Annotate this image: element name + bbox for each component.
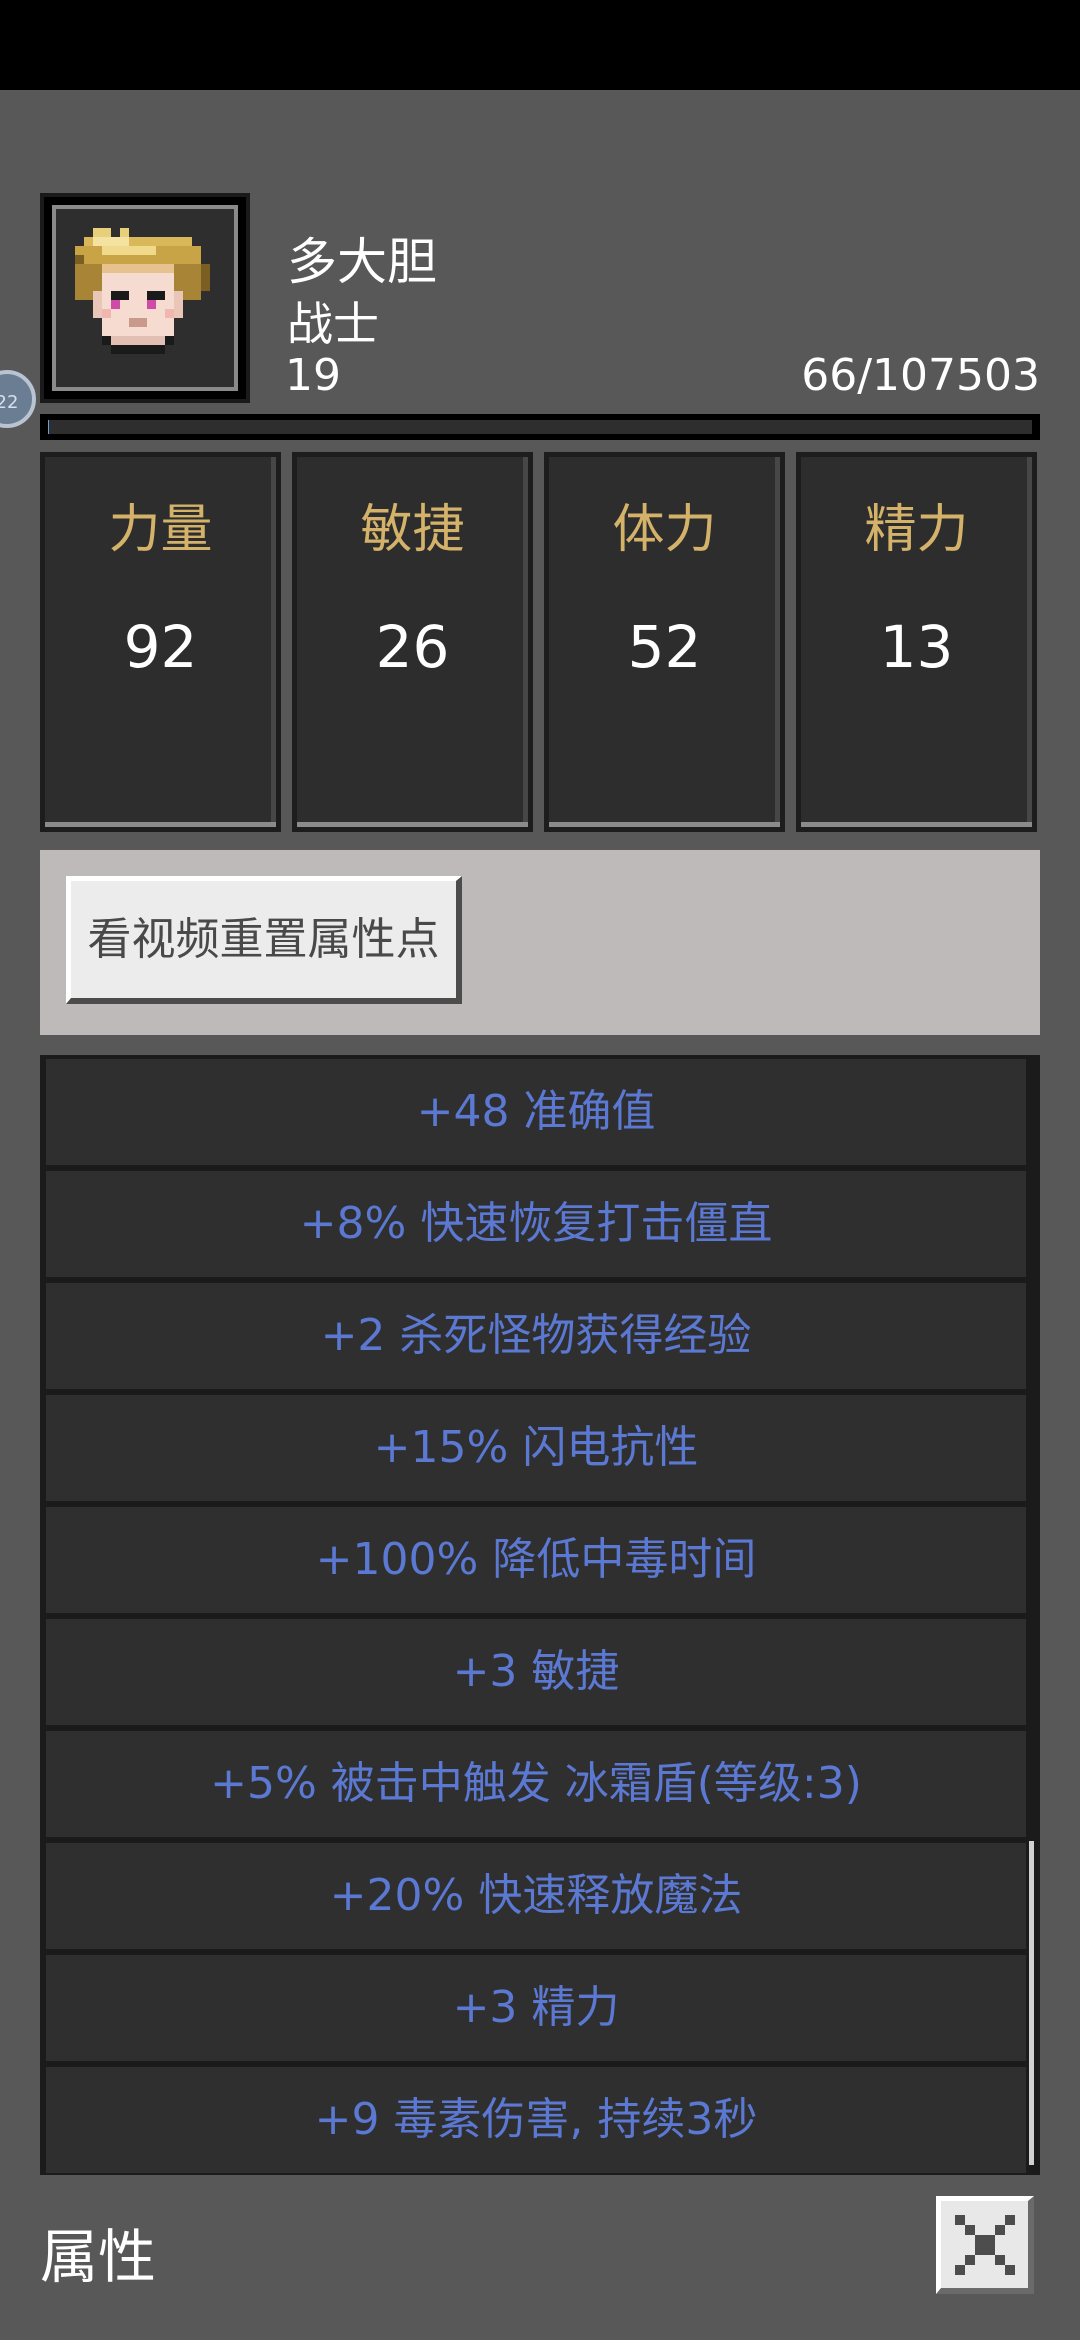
hero-class: 战士: [287, 297, 379, 351]
portrait-frame: [40, 193, 250, 403]
attribute-row: +48 准确值: [46, 1059, 1026, 1165]
reset-panel: 看视频重置属性点: [40, 850, 1040, 1035]
attribute-row: +100% 降低中毒时间: [46, 1507, 1026, 1613]
attribute-row: +15% 闪电抗性: [46, 1395, 1026, 1501]
stat-label: 体力: [612, 500, 717, 560]
attribute-list[interactable]: +48 准确值 +8% 快速恢复打击僵直 +2 杀死怪物获得经验 +15% 闪电…: [40, 1055, 1040, 2175]
stat-box-agility[interactable]: 敏捷 26: [292, 452, 533, 832]
scrollbar-thumb[interactable]: [1029, 1841, 1034, 2165]
close-button[interactable]: [936, 2196, 1034, 2294]
stat-value: 13: [879, 613, 954, 681]
character-screen: 22 多大胆 战士 19 66/107503 力量 92 敏捷 26 体力 52…: [0, 0, 1080, 2340]
attribute-row: +3 精力: [46, 1955, 1026, 2061]
reset-attributes-button[interactable]: 看视频重置属性点: [66, 876, 462, 1004]
attribute-row: +3 敏捷: [46, 1619, 1026, 1725]
hero-portrait-icon: [75, 228, 210, 354]
exp-bar-track: [48, 420, 1032, 434]
exp-bar-fill: [48, 420, 49, 434]
attribute-row: +9 毒素伤害, 持续3秒: [46, 2067, 1026, 2173]
side-badge[interactable]: 22: [0, 370, 36, 428]
close-icon: [955, 2215, 1015, 2275]
portrait-inner: [52, 205, 238, 391]
stat-label: 精力: [864, 500, 969, 560]
stat-value: 92: [123, 613, 198, 681]
hero-name: 多大胆: [287, 233, 437, 291]
attribute-row: +20% 快速释放魔法: [46, 1843, 1026, 1949]
hero-exp: 66/107503: [801, 350, 1040, 401]
stat-box-energy[interactable]: 精力 13: [796, 452, 1037, 832]
stat-box-strength[interactable]: 力量 92: [40, 452, 281, 832]
stat-box-stamina[interactable]: 体力 52: [544, 452, 785, 832]
stat-value: 26: [375, 613, 450, 681]
attribute-row: +5% 被击中触发 冰霜盾(等级:3): [46, 1731, 1026, 1837]
attribute-row: +2 杀死怪物获得经验: [46, 1283, 1026, 1389]
page-title: 属性: [40, 2223, 157, 2291]
stat-value: 52: [627, 613, 702, 681]
stat-label: 敏捷: [360, 500, 465, 560]
attribute-row: +8% 快速恢复打击僵直: [46, 1171, 1026, 1277]
exp-bar: [40, 414, 1040, 440]
stat-label: 力量: [108, 500, 213, 560]
hero-level: 19: [285, 350, 341, 401]
status-bar: [0, 0, 1080, 90]
